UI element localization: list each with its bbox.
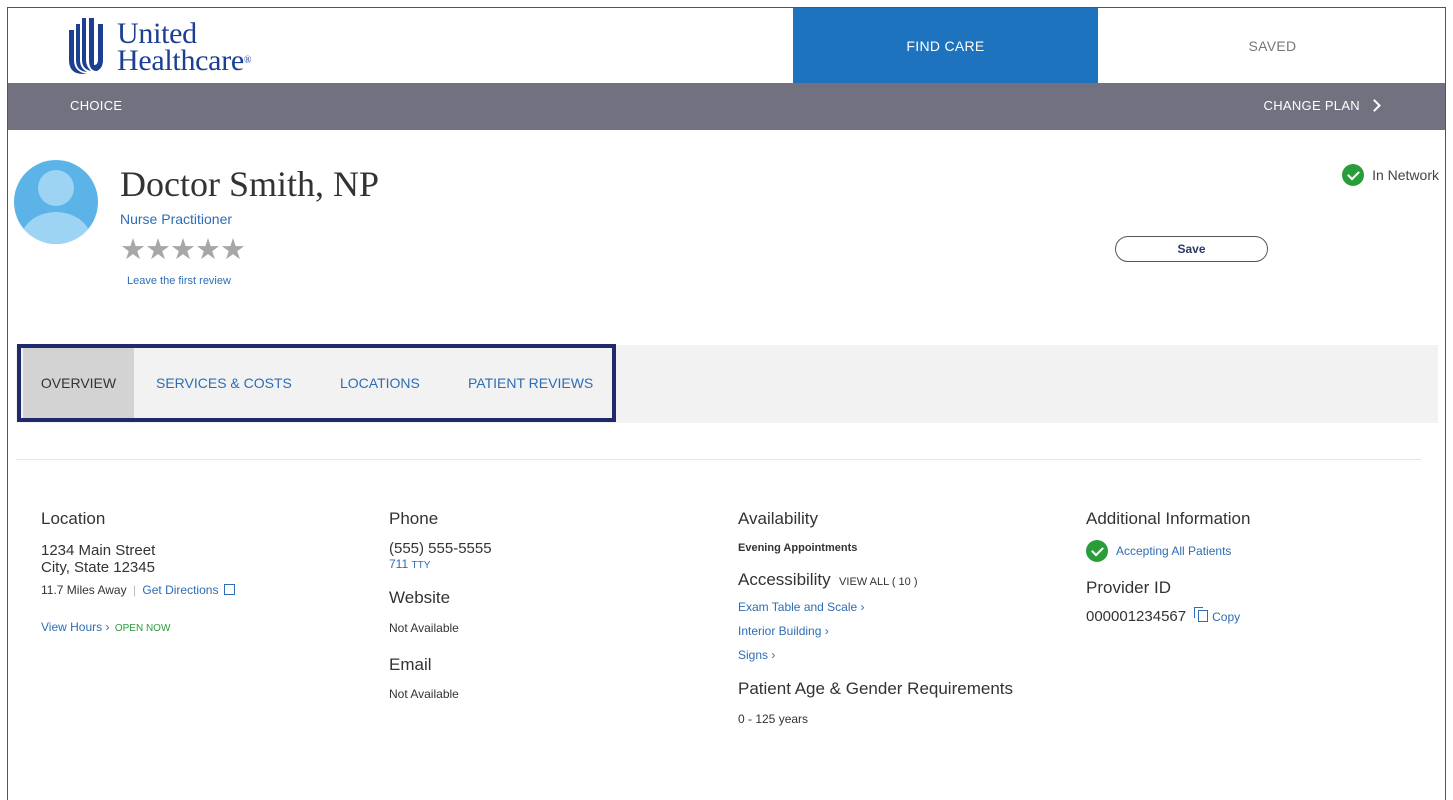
accessibility-item-3[interactable]: Signs ›: [738, 648, 1013, 662]
accessibility-item-3-label: Signs: [738, 648, 769, 662]
copy-icon: [1194, 606, 1209, 622]
uhc-logo-icon: [69, 18, 103, 74]
email-value: Not Available: [389, 687, 459, 701]
accessibility-heading: Accessibility: [738, 570, 831, 589]
provider-name: Doctor Smith, NP: [120, 164, 380, 204]
copy-label: Copy: [1212, 609, 1241, 624]
availability-heading: Availability: [738, 509, 819, 528]
location-heading: Location: [41, 509, 106, 528]
provider-avatar: [14, 160, 98, 244]
avatar-body-shape: [20, 212, 92, 244]
email-heading: Email: [389, 655, 432, 674]
additional-info-section: Additional Information Accepting All Pat…: [1086, 509, 1250, 625]
registered-mark: ®: [243, 55, 252, 66]
page-frame: United Healthcare® FIND CARE SAVED CHOIC…: [7, 7, 1446, 800]
hours-row: View Hours › OPEN NOW: [41, 620, 235, 634]
copy-button[interactable]: Copy: [1194, 606, 1241, 624]
plan-bar: CHOICE CHANGE PLAN: [8, 83, 1445, 130]
check-circle-icon: [1086, 540, 1108, 562]
nav-saved[interactable]: SAVED: [1098, 8, 1445, 83]
distance-text: 11.7 Miles Away: [41, 583, 127, 597]
nav-find-care[interactable]: FIND CARE: [793, 8, 1098, 83]
availability-section: Availability Evening Appointments Access…: [738, 509, 1013, 726]
tty-number: 711: [389, 557, 409, 571]
check-mark-shape: [1090, 543, 1104, 556]
network-status-badge: In Network: [1342, 164, 1439, 186]
change-plan-label: CHANGE PLAN: [1263, 98, 1360, 113]
network-status-label: In Network: [1372, 167, 1439, 183]
address-line-1: 1234 Main Street: [41, 542, 156, 559]
external-link-icon: [224, 584, 236, 595]
view-hours-label: View Hours: [41, 620, 103, 634]
accessibility-row: Accessibility VIEW ALL ( 10 ): [738, 570, 1013, 590]
chevron-right-icon: [1368, 99, 1381, 112]
view-hours-link[interactable]: View Hours ›: [41, 620, 109, 634]
accessibility-item-2-label: Interior Building: [738, 624, 822, 638]
get-directions-link[interactable]: Get Directions: [142, 583, 236, 597]
logo-line1: United: [117, 17, 197, 50]
additional-info-heading: Additional Information: [1086, 509, 1251, 528]
availability-value: Evening Appointments: [738, 542, 858, 554]
uhc-logo[interactable]: United Healthcare®: [65, 14, 252, 80]
tty-label: TTY: [411, 560, 431, 571]
location-section: Location 1234 Main Street City, State 12…: [41, 509, 236, 634]
contact-section: Phone (555) 555-5555 711 TTY Website Not…: [389, 509, 492, 701]
plan-name: CHOICE: [70, 98, 123, 113]
age-range-value: 0 - 125 years: [738, 712, 809, 726]
save-button[interactable]: Save: [1115, 236, 1268, 262]
leave-review-link[interactable]: Leave the first review: [127, 275, 231, 287]
get-directions-label: Get Directions: [142, 583, 219, 597]
section-divider: [16, 459, 1421, 460]
website-heading: Website: [389, 588, 451, 607]
provider-id-heading: Provider ID: [1086, 578, 1172, 597]
provider-type-link[interactable]: Nurse Practitioner: [120, 211, 232, 227]
tabs-highlight-outline: [17, 344, 616, 422]
age-gender-heading: Patient Age & Gender Requirements: [738, 679, 1013, 698]
accessibility-item-1-label: Exam Table and Scale: [738, 600, 858, 614]
logo-line2: Healthcare®: [117, 44, 252, 77]
chevron-right-small-icon: ›: [105, 620, 110, 634]
top-header: United Healthcare® FIND CARE SAVED: [8, 8, 1445, 83]
avatar-head-shape: [38, 170, 74, 206]
provider-id-row: 000001234567 Copy: [1086, 606, 1250, 625]
phone-number[interactable]: (555) 555-5555: [389, 540, 492, 557]
change-plan-link[interactable]: CHANGE PLAN: [1263, 98, 1381, 113]
check-circle-icon: [1342, 164, 1365, 186]
website-value: Not Available: [389, 621, 459, 635]
distance-row: 11.7 Miles Away | Get Directions: [41, 583, 236, 597]
accessibility-item-1[interactable]: Exam Table and Scale ›: [738, 600, 1013, 614]
tty-row[interactable]: 711 TTY: [389, 557, 492, 571]
view-all-accessibility-link[interactable]: VIEW ALL ( 10 ): [839, 576, 917, 588]
address-line-2: City, State 12345: [41, 559, 155, 576]
provider-id-value: 000001234567: [1086, 608, 1187, 625]
distance-separator: |: [132, 583, 137, 597]
logo-wordmark: United Healthcare®: [117, 17, 252, 77]
rating-stars: ★★★★★: [120, 234, 246, 266]
open-status: OPEN NOW: [114, 623, 171, 634]
phone-heading: Phone: [389, 509, 439, 528]
check-mark-shape: [1346, 167, 1360, 180]
accessibility-item-2[interactable]: Interior Building ›: [738, 624, 1013, 638]
accepting-patients-link[interactable]: Accepting All Patients: [1116, 544, 1231, 558]
logo-line2-text: Healthcare: [117, 44, 244, 77]
accepting-patients-row: Accepting All Patients: [1086, 540, 1250, 562]
